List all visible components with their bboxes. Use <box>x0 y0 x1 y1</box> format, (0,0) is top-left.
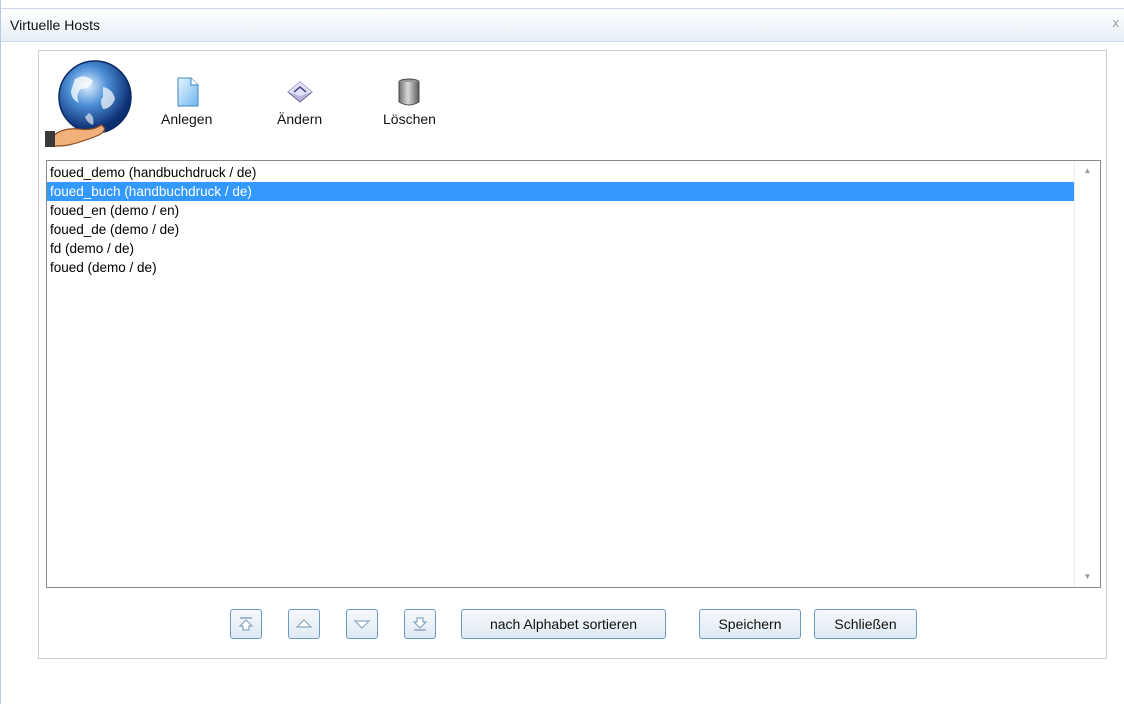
move-to-top-icon <box>238 617 254 631</box>
delete-label: Löschen <box>383 111 436 127</box>
list-item-selected[interactable]: foued_buch (handbuchdruck / de) <box>47 182 1075 201</box>
scroll-up-arrow-icon[interactable]: ▲ <box>1075 161 1100 181</box>
trash-can-icon <box>398 78 420 106</box>
move-down-icon <box>353 620 371 629</box>
edit-diamond-icon <box>286 81 313 103</box>
edit-button[interactable]: Ändern <box>277 76 322 127</box>
list-item[interactable]: foued_de (demo / de) <box>47 220 1075 239</box>
button-bar: nach Alphabet sortieren Speichern Schlie… <box>1 609 1124 641</box>
list-item[interactable]: fd (demo / de) <box>47 239 1075 258</box>
create-button[interactable]: Anlegen <box>161 76 212 127</box>
virtual-hosts-window: Virtuelle Hosts x Anlegen Ändern Löschen… <box>0 0 1124 704</box>
delete-button[interactable]: Löschen <box>383 76 436 127</box>
move-to-bottom-icon <box>412 617 428 631</box>
list-item[interactable]: foued_demo (handbuchdruck / de) <box>47 163 1075 182</box>
list-item[interactable]: foued_en (demo / en) <box>47 201 1075 220</box>
move-up-icon <box>295 619 313 628</box>
edit-label: Ändern <box>277 111 323 127</box>
host-list[interactable]: foued_demo (handbuchdruck / de) foued_bu… <box>46 160 1101 588</box>
title-bar: Virtuelle Hosts x <box>1 8 1124 42</box>
list-item[interactable]: foued (demo / de) <box>47 258 1075 277</box>
window-title: Virtuelle Hosts <box>10 17 101 33</box>
host-list-items: foued_demo (handbuchdruck / de) foued_bu… <box>47 163 1075 277</box>
sort-alphabetically-button[interactable]: nach Alphabet sortieren <box>461 609 666 639</box>
move-up-button[interactable] <box>288 609 320 639</box>
move-down-button[interactable] <box>346 609 378 639</box>
save-button[interactable]: Speichern <box>699 609 801 639</box>
close-button[interactable]: Schließen <box>814 609 917 639</box>
new-document-icon <box>177 77 199 107</box>
vertical-scrollbar[interactable]: ▲ ▼ <box>1074 161 1100 587</box>
close-icon[interactable]: x <box>1113 15 1120 30</box>
create-label: Anlegen <box>161 111 213 127</box>
move-to-bottom-button[interactable] <box>404 609 436 639</box>
scroll-down-arrow-icon[interactable]: ▼ <box>1075 567 1100 587</box>
globe-in-hand-icon <box>45 60 132 147</box>
move-to-top-button[interactable] <box>230 609 262 639</box>
